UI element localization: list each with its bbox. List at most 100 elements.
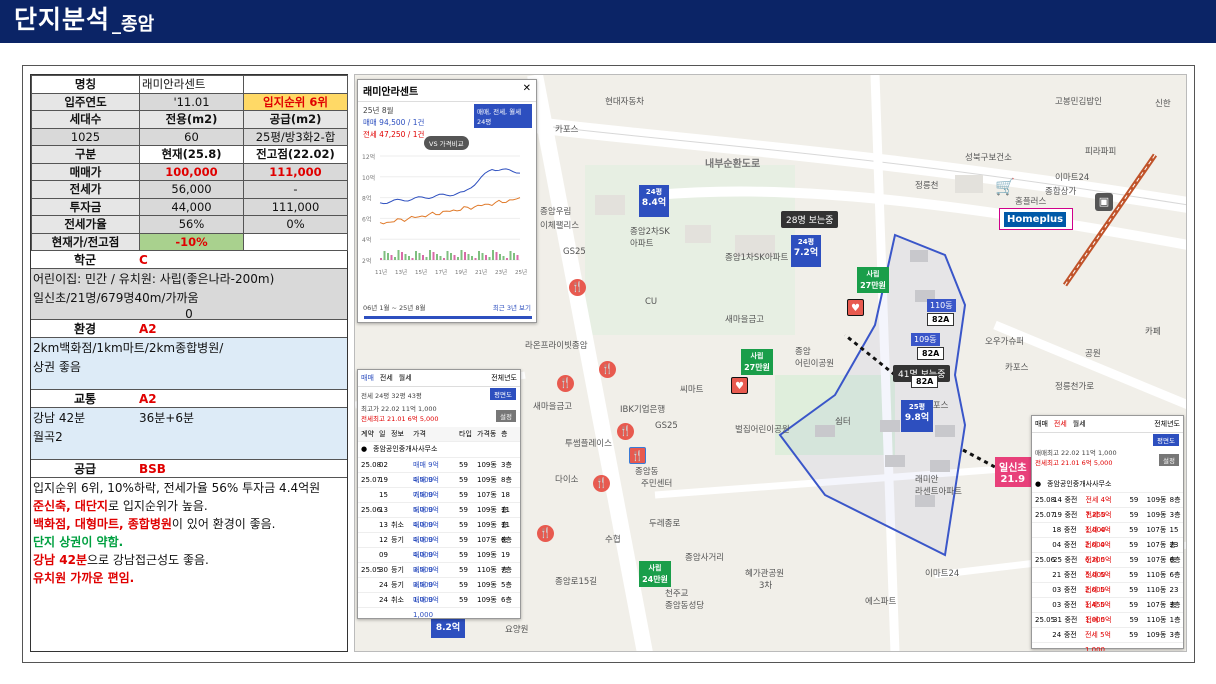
unit-109-tag[interactable]: 109동 xyxy=(911,333,940,346)
tab-sale[interactable]: 매매 xyxy=(1035,419,1048,429)
settings-button[interactable]: 설정 xyxy=(496,410,516,422)
floorplan-button[interactable]: 평면도 xyxy=(490,388,516,400)
restaurant-icon[interactable]: 🍴 xyxy=(569,279,586,296)
kindergarten-marker-3[interactable]: 사립 24만원 xyxy=(639,561,671,587)
tab-monthly[interactable]: 월세 xyxy=(1073,419,1086,429)
table-row[interactable]: 13 취소 매매 9억 4,000 59 109동 11층 xyxy=(358,518,520,544)
supply-value: 25평/방3화2-합 xyxy=(243,127,348,146)
restaurant-icon[interactable]: 🍴 xyxy=(593,475,610,492)
range-slider[interactable] xyxy=(364,316,532,319)
env-line1: 2km백화점/1km마트/2km종합병원/ xyxy=(33,341,224,355)
settings-button[interactable]: 설정 xyxy=(1159,454,1179,466)
price-marker-8-4[interactable]: 24평 8.4억 xyxy=(639,185,669,217)
map-view[interactable]: 내부순환도로 오패산로17길현대자동차카포스고봉민김밥인성북구보건소정릉천이마트… xyxy=(354,74,1187,652)
period-select[interactable]: 전체년도 xyxy=(1154,419,1180,429)
table-row[interactable]: 25.06 13 매매 9억 4,000 59 109동 11층 xyxy=(358,503,520,529)
price-marker-8-2[interactable]: 8.2억 xyxy=(431,618,465,638)
recent-3y-link[interactable]: 최근 3년 보기 xyxy=(493,302,531,312)
map-label: IBK기업은행 xyxy=(620,405,666,415)
map-label: 고봉민김밥인 xyxy=(1055,97,1102,107)
table-row[interactable]: 25.05 31 중전 전세 5억 59 110동 1층 xyxy=(1032,613,1183,628)
tab-jeonse[interactable]: 전세 xyxy=(1054,419,1067,429)
map-label: 신한 xyxy=(1155,99,1171,109)
jeonse-transactions-panel[interactable]: 매매 전세 월세 전체년도 평면도 매매최고 22.02 11억 1,000 전… xyxy=(1031,415,1184,651)
table-cell: 7층 xyxy=(501,566,512,574)
chart-filter-box[interactable]: 매매, 전세, 월세 24평 xyxy=(474,104,532,128)
table-row[interactable]: 03 중전 전세 5억 1,450 59 110동 23층 xyxy=(1032,583,1183,609)
table-cell: 59 xyxy=(459,581,468,589)
school-grade: C xyxy=(139,253,148,267)
table-cell: 25.05 xyxy=(1035,616,1056,624)
unit-82a-tag-1[interactable]: 82A xyxy=(927,313,955,326)
station-badge[interactable]: 일신초 21.9 xyxy=(995,457,1031,487)
kindergarten-marker-1[interactable]: 사립 27만원 xyxy=(857,267,889,293)
table-row[interactable]: 24 취소 매매 9억 1,000 59 109동 6층 xyxy=(358,593,520,619)
price-marker-7-2[interactable]: 24평 7.2억 xyxy=(791,235,821,267)
sale-transactions-panel[interactable]: 매매 전세 월세 전체년도 전세 24평 32평 43평 평면도 최고가 22.… xyxy=(357,369,521,619)
table-row[interactable]: 25.07 19 중전 전세 5억 1,000 59 109동 3층 xyxy=(1032,508,1183,534)
unit-82a-tag-3[interactable]: 82A xyxy=(911,375,939,388)
table-cell xyxy=(1035,523,1052,537)
tab-jeonse[interactable]: 전세 xyxy=(380,373,393,383)
table-row[interactable]: 12 등기 매매 9억 4,000 59 107동 6층 xyxy=(358,533,520,559)
hospital-icon[interactable]: ♥ xyxy=(847,299,864,316)
table-cell: 59 xyxy=(459,536,468,544)
ratio-label: 전세가율 xyxy=(31,215,140,234)
rank-badge: 입지순위 6위 xyxy=(243,92,348,111)
table-cell: 전세 4억 7,250 xyxy=(1085,496,1112,519)
restaurant-icon[interactable]: 🍴 xyxy=(557,375,574,392)
table-row[interactable]: 04 중전 전세 4억 6,200 59 107동 23층 xyxy=(1032,538,1183,564)
map-label: 이마트24 xyxy=(1055,173,1090,183)
subway-station-icon[interactable]: ▣ xyxy=(1095,193,1113,211)
table-row[interactable]: 21 중전 전세 5억 2,000 59 110동 6층 xyxy=(1032,568,1183,594)
table-row[interactable]: 18 중전 전세 4억 2,000 59 107동 15층 xyxy=(1032,523,1183,549)
map-label: 카페 xyxy=(1145,327,1161,337)
table-cell: 18 xyxy=(1052,526,1062,534)
table-row[interactable]: 25.07 19 매매 9억 7,500 59 109동 8층 xyxy=(358,473,520,499)
map-label: 혜가관공원 xyxy=(745,569,785,579)
kindergarten-marker-2[interactable]: 사립 27만원 xyxy=(741,349,773,375)
agent-name: 종암공인중개사사무소 xyxy=(1047,480,1112,488)
table-cell: 107동 xyxy=(1146,556,1167,564)
table-cell: 등기 xyxy=(391,566,404,574)
table-row[interactable]: 25.06 25 중전 전세 5억 5,000 59 107동 6층 xyxy=(1032,553,1183,579)
chart-filter-sub: 24평 xyxy=(477,118,492,126)
table-row[interactable]: 24 중전 전세 5억 1,000 59 109동 3층 xyxy=(1032,628,1183,651)
school-line1: 어린이집: 민간 / 유치원: 사립(좋은나라-200m) xyxy=(33,272,275,286)
vs-compare-button[interactable]: VS 가격비교 xyxy=(424,136,469,150)
table-row[interactable]: 24 등기 매매 9억 1,000 59 109동 5층 xyxy=(358,578,520,604)
restaurant-icon[interactable]: 🍴 xyxy=(599,361,616,378)
table-row[interactable]: 25.08 14 중전 전세 4억 7,250 59 109동 8층 xyxy=(1032,493,1183,519)
floorplan-button[interactable]: 평면도 xyxy=(1153,434,1179,446)
period-select[interactable]: 전체년도 xyxy=(491,373,517,383)
close-icon[interactable]: ✕ xyxy=(523,83,531,98)
table-row[interactable]: 25.05 30 등기 매매 9억 3,500 59 110동 7층 xyxy=(358,563,520,589)
price-chart-panel[interactable]: 래미안라센트 ✕ 25년 8월 매매 94,500 / 1건 전세 47,250… xyxy=(357,79,537,323)
jeonse-tabs: 매매 전세 월세 전체년도 xyxy=(1032,416,1183,433)
table-cell: 13 xyxy=(379,506,388,514)
volume-bar xyxy=(401,252,403,260)
table-cell: 전세 4억 2,000 xyxy=(1084,526,1111,549)
units-label: 세대수 xyxy=(31,110,140,129)
unit-82a-tag-2[interactable]: 82A xyxy=(917,347,945,360)
restaurant-icon[interactable]: 🍴 xyxy=(537,525,554,542)
table-cell: 15 xyxy=(379,491,388,499)
hospital-icon[interactable]: ♥ xyxy=(731,377,748,394)
tab-monthly[interactable]: 월세 xyxy=(399,373,412,383)
table-cell: 취소 xyxy=(391,521,404,529)
tab-sale[interactable]: 매매 xyxy=(361,373,374,383)
restaurant-icon[interactable]: 🍴 xyxy=(617,423,634,440)
table-row[interactable]: 09 매매 9억 3,500 59 109동 19층 xyxy=(358,548,520,574)
table-row[interactable]: 15 매매 9억 5,000 59 107동 18층 xyxy=(358,488,520,514)
volume-bar xyxy=(422,255,424,260)
restaurant-icon[interactable]: 🍴 xyxy=(629,447,646,464)
homeplus-logo[interactable]: Homeplus xyxy=(999,208,1073,230)
kindergarten-3-fee: 24만원 xyxy=(642,575,668,584)
table-row[interactable]: 25.08 02 매매 9억 4,500 59 109동 3층 xyxy=(358,458,520,484)
table-row[interactable]: 03 중전 전세 5억 1,000 59 107동 3층 xyxy=(1032,598,1183,624)
map-label: 요양원 xyxy=(505,625,529,635)
price-marker-9-8[interactable]: 25평 9.8억 xyxy=(901,400,933,432)
name-value: 래미안라센트 xyxy=(139,75,244,94)
table-cell xyxy=(1035,538,1052,552)
unit-110-tag[interactable]: 110동 xyxy=(927,299,956,312)
